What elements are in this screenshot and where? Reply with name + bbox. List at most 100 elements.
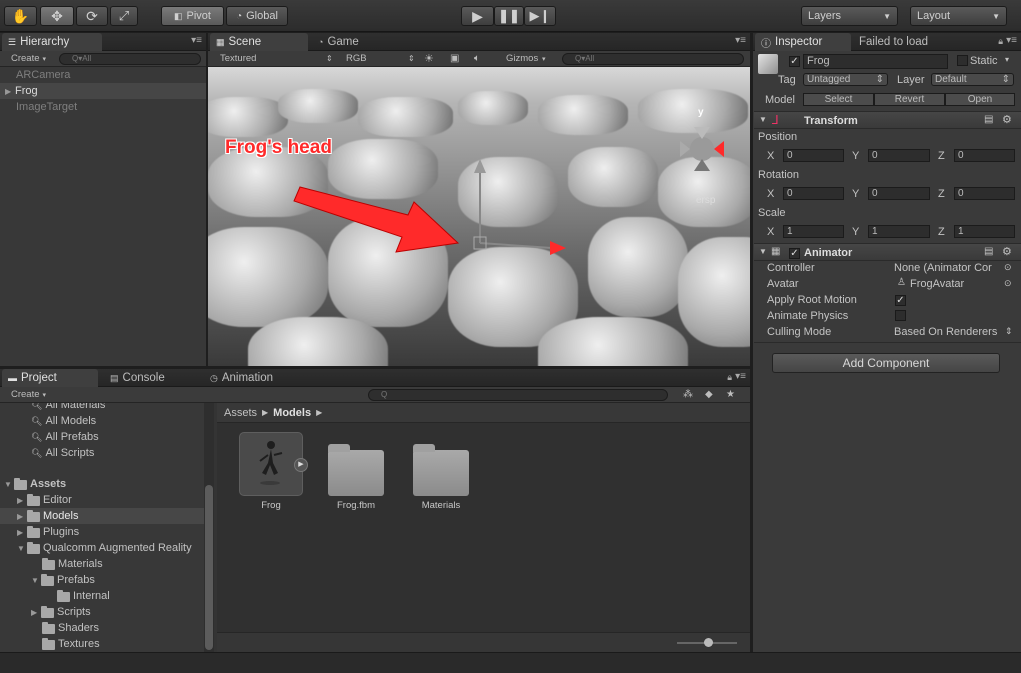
panel-menu-icon[interactable]: ▾≡: [735, 371, 746, 382]
tree-item-materials[interactable]: Materials: [0, 556, 103, 572]
slider-handle[interactable]: [704, 638, 713, 647]
gizmos-dropdown[interactable]: Gizmos: [506, 53, 538, 64]
expand-arrow-icon[interactable]: ▼: [4, 480, 14, 489]
asset-folder-materials[interactable]: [413, 444, 469, 496]
help-book-icon[interactable]: ▤: [984, 246, 993, 257]
collapse-arrow-icon[interactable]: ▼: [759, 247, 767, 256]
hierarchy-search-input[interactable]: Q▾All: [59, 53, 201, 65]
tab-console[interactable]: ▤ Console: [104, 369, 200, 387]
hierarchy-item-arcamera[interactable]: ARCamera: [0, 67, 206, 83]
animate-physics-checkbox[interactable]: [895, 310, 906, 324]
tree-item-plugins[interactable]: ▶ Plugins: [0, 524, 79, 540]
tree-item-textures[interactable]: Textures: [0, 636, 100, 652]
hierarchy-item-frog[interactable]: ▶ Frog: [0, 83, 206, 99]
culling-mode-dropdown[interactable]: Based On Renderers: [894, 326, 997, 338]
global-toggle-button[interactable]: ◔ Global: [226, 6, 288, 26]
tab-hierarchy[interactable]: ☰ Hierarchy: [2, 33, 102, 51]
add-component-button[interactable]: Add Component: [772, 353, 1000, 373]
perspective-label[interactable]: ersp: [696, 195, 715, 206]
scale-x-field[interactable]: 1: [783, 225, 844, 238]
audio-icon[interactable]: 🔈︎: [474, 53, 480, 64]
layout-dropdown[interactable]: Layout ▼: [910, 6, 1007, 26]
animator-enabled-checkbox[interactable]: ✓: [789, 247, 800, 259]
expand-arrow-icon[interactable]: ▶: [17, 512, 27, 521]
favorite-item[interactable]: 🔍︎ All Scripts: [0, 445, 94, 461]
play-button[interactable]: ▶: [461, 6, 494, 26]
rotation-x-field[interactable]: 0: [783, 187, 844, 200]
object-active-checkbox[interactable]: ✓: [789, 55, 800, 67]
transform-header[interactable]: ▼ ⅃ Transform ▤ ⚙: [754, 111, 1021, 129]
scale-tool-button[interactable]: ⤢: [110, 6, 138, 26]
favorite-star-icon[interactable]: ★: [726, 389, 735, 400]
tree-item-internal[interactable]: Internal: [0, 588, 110, 604]
tree-item-qualcomm[interactable]: ▼ Qualcomm Augmented Reality: [0, 540, 192, 556]
image-icon[interactable]: ▣: [450, 53, 459, 64]
render-mode-dropdown[interactable]: Textured: [220, 53, 256, 64]
breadcrumb-item-models[interactable]: Models: [273, 407, 311, 419]
gear-icon[interactable]: ⚙: [1002, 113, 1012, 126]
controller-field[interactable]: None (Animator Cor: [894, 262, 1002, 274]
tab-project[interactable]: ▬ Project: [2, 369, 98, 387]
layer-dropdown[interactable]: Default ⇕: [931, 73, 1014, 86]
project-search-input[interactable]: Q: [368, 389, 668, 401]
chevron-down-icon[interactable]: ▾: [1005, 55, 1009, 64]
scale-z-field[interactable]: 1: [954, 225, 1015, 238]
tab-failed-to-load[interactable]: Failed to load: [853, 33, 953, 51]
tree-item-scripts[interactable]: ▶ Scripts: [0, 604, 91, 620]
tree-item-models[interactable]: ▶ Models: [0, 508, 204, 524]
create-dropdown[interactable]: Create: [11, 53, 40, 64]
tree-scrollbar[interactable]: [204, 403, 214, 652]
favorite-item[interactable]: 🔍︎ All Prefabs: [0, 429, 99, 445]
model-open-button[interactable]: Open: [945, 93, 1015, 106]
filter-type-icon[interactable]: ⁂: [683, 389, 693, 400]
favorite-item[interactable]: 🔍︎ All Materials: [0, 403, 105, 413]
rotation-z-field[interactable]: 0: [954, 187, 1015, 200]
avatar-field[interactable]: FrogAvatar: [910, 278, 964, 290]
expand-arrow-icon[interactable]: ▶: [17, 528, 27, 537]
expand-arrow-icon[interactable]: ▶: [17, 496, 27, 505]
expand-arrow-icon[interactable]: ▶: [31, 608, 41, 617]
pivot-toggle-button[interactable]: ◧ Pivot: [161, 6, 224, 26]
tab-animation[interactable]: ◷ Animation: [204, 369, 304, 387]
tree-item-editor[interactable]: ▶ Editor: [0, 492, 72, 508]
favorite-item[interactable]: 🔍︎ All Models: [0, 413, 96, 429]
position-z-field[interactable]: 0: [954, 149, 1015, 162]
tab-inspector[interactable]: ⓘ Inspector: [755, 33, 851, 51]
expand-arrow-icon[interactable]: ▼: [31, 576, 41, 585]
tab-game[interactable]: ◔ Game: [312, 33, 412, 51]
expand-asset-button[interactable]: ▶: [294, 458, 308, 472]
filter-label-icon[interactable]: ◆: [705, 389, 713, 400]
breadcrumb-item-assets[interactable]: Assets: [224, 407, 257, 419]
expand-arrow-icon[interactable]: ▼: [17, 544, 27, 553]
position-x-field[interactable]: 0: [783, 149, 844, 162]
help-book-icon[interactable]: ▤: [984, 114, 993, 125]
asset-folder-frog-fbm[interactable]: [328, 444, 384, 496]
tree-item-shaders[interactable]: Shaders: [0, 620, 99, 636]
layers-dropdown[interactable]: Layers ▼: [801, 6, 898, 26]
rotate-tool-button[interactable]: ⟳: [76, 6, 108, 26]
rotation-y-field[interactable]: 0: [868, 187, 930, 200]
collapse-arrow-icon[interactable]: ▼: [759, 115, 767, 124]
hierarchy-item-imagetarget[interactable]: ImageTarget: [0, 99, 206, 115]
tab-scene[interactable]: ▦ Scene: [210, 33, 308, 51]
scene-viewport[interactable]: Frog's head y ersp: [208, 67, 750, 366]
model-select-button[interactable]: Select: [803, 93, 874, 106]
expand-arrow-icon[interactable]: ▶: [5, 87, 15, 96]
create-dropdown[interactable]: Create: [11, 389, 40, 400]
static-checkbox[interactable]: [957, 55, 968, 69]
lock-icon[interactable]: 🔒︎: [727, 372, 732, 383]
panel-menu-icon[interactable]: ▾≡: [191, 35, 202, 46]
animator-header[interactable]: ▼ ▦ ✓ Animator ▤ ⚙: [754, 243, 1021, 261]
panel-menu-icon[interactable]: ▾≡: [735, 35, 746, 46]
pause-button[interactable]: ❚❚: [494, 6, 524, 26]
object-name-field[interactable]: Frog: [803, 54, 948, 69]
object-picker-icon[interactable]: ⊙: [1004, 278, 1012, 289]
move-tool-button[interactable]: ✥: [40, 6, 74, 26]
panel-menu-icon[interactable]: ▾≡: [1006, 35, 1017, 46]
rgb-dropdown[interactable]: RGB: [346, 53, 367, 64]
step-button[interactable]: ▶❙: [524, 6, 556, 26]
hand-tool-button[interactable]: ✋: [4, 6, 37, 26]
tree-item-assets[interactable]: ▼ Assets: [0, 476, 66, 492]
gear-icon[interactable]: ⚙: [1002, 245, 1012, 258]
lighting-icon[interactable]: ☀: [424, 52, 434, 65]
